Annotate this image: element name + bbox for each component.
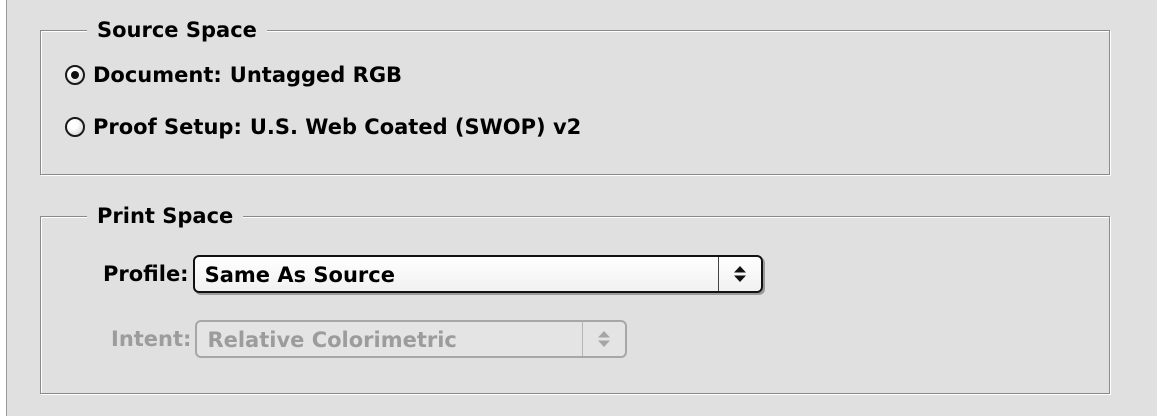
intent-popup-value: Relative Colorimetric bbox=[207, 328, 457, 352]
document-radio-button[interactable] bbox=[65, 65, 85, 85]
print-space-group: Print Space Profile: Same As Source Inte… bbox=[40, 202, 1110, 394]
source-space-title: Source Space bbox=[87, 16, 267, 44]
document-radio-value: Untagged RGB bbox=[229, 63, 403, 87]
profile-popup-arrows[interactable] bbox=[717, 257, 761, 291]
document-radio-prefix: Document: bbox=[93, 63, 222, 87]
updown-arrows-icon bbox=[598, 331, 611, 347]
proof-setup-radio-option[interactable]: Proof Setup: U.S. Web Coated (SWOP) v2 bbox=[65, 115, 581, 139]
proof-setup-radio-value: U.S. Web Coated (SWOP) v2 bbox=[249, 115, 582, 139]
updown-arrows-icon bbox=[733, 266, 746, 282]
proof-setup-radio-button[interactable] bbox=[65, 117, 85, 137]
profile-popup-value: Same As Source bbox=[204, 263, 395, 287]
profile-popup-menu[interactable]: Same As Source bbox=[192, 255, 763, 293]
window-left-edge bbox=[0, 0, 7, 416]
print-space-title: Print Space bbox=[87, 202, 244, 230]
intent-popup-menu: Relative Colorimetric bbox=[195, 320, 628, 358]
intent-label: Intent: bbox=[111, 327, 192, 351]
intent-popup-arrows bbox=[582, 322, 625, 356]
profile-label: Profile: bbox=[103, 262, 189, 286]
profile-row: Profile: Same As Source bbox=[103, 255, 763, 293]
intent-row: Intent: Relative Colorimetric bbox=[111, 320, 628, 358]
document-radio-option[interactable]: Document: Untagged RGB bbox=[65, 63, 402, 87]
source-space-group: Source Space Document: Untagged RGB Proo… bbox=[40, 16, 1110, 175]
proof-setup-radio-prefix: Proof Setup: bbox=[93, 115, 242, 139]
